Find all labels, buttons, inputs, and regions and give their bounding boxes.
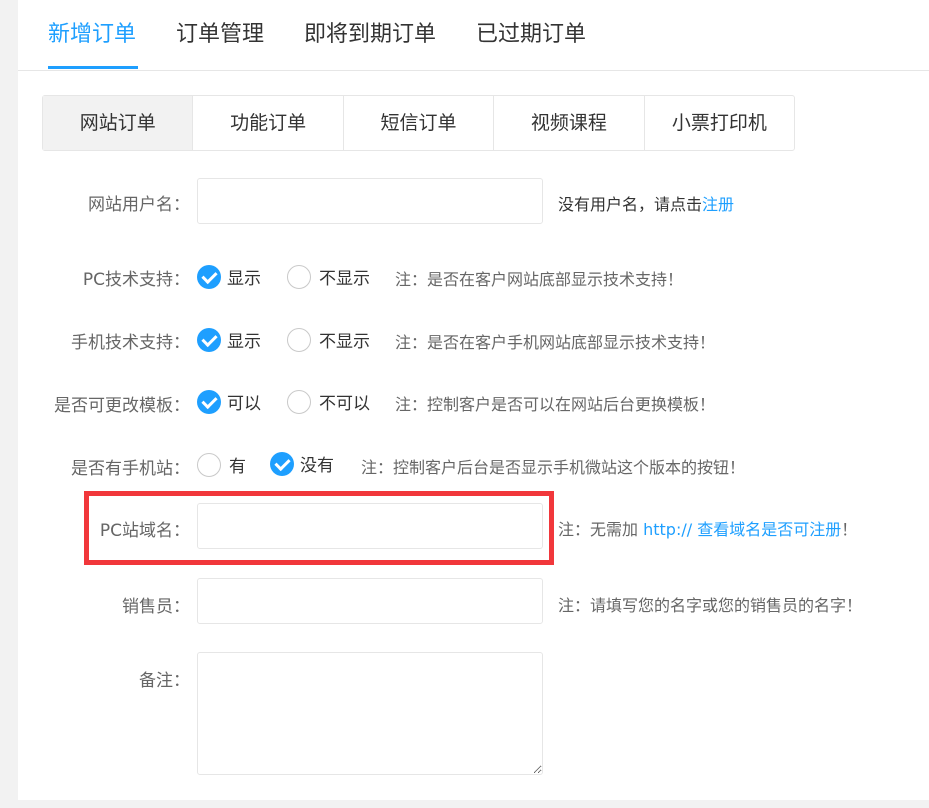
pc-domain-note: 注：无需加 http:// 查看域名是否可注册！ bbox=[558, 516, 857, 540]
unchecked-radio-icon bbox=[287, 327, 311, 352]
username-note: 没有用户名，请点击注册 bbox=[558, 191, 734, 215]
checked-radio-icon bbox=[197, 389, 221, 414]
salesperson-label: 销售员： bbox=[122, 597, 190, 617]
option-label: 不显示 bbox=[319, 332, 370, 352]
subtab-sms-order[interactable]: 短信订单 bbox=[344, 96, 495, 150]
option-label: 显示 bbox=[227, 269, 261, 289]
remark-label: 备注： bbox=[139, 671, 190, 691]
highlight-box bbox=[84, 491, 554, 565]
active-tab-indicator bbox=[48, 66, 138, 69]
template-change-note: 注：控制客户是否可以在网站后台更换模板！ bbox=[395, 395, 716, 414]
username-input[interactable] bbox=[197, 178, 543, 224]
unchecked-radio-icon bbox=[287, 264, 311, 289]
pc-domain-note-prefix: 注：无需加 bbox=[558, 520, 644, 539]
checked-radio-icon bbox=[270, 451, 294, 476]
remark-textarea[interactable] bbox=[197, 652, 543, 775]
username-note-text: 没有用户名，请点击 bbox=[558, 195, 703, 214]
subtab-website-order[interactable]: 网站订单 bbox=[43, 96, 194, 150]
unchecked-radio-icon bbox=[287, 389, 311, 414]
username-label: 网站用户名： bbox=[88, 195, 190, 215]
mobile-support-note: 注：是否在客户手机网站底部显示技术支持！ bbox=[395, 333, 716, 352]
checked-radio-icon bbox=[197, 264, 221, 289]
mobile-site-yes-option[interactable]: 有 bbox=[197, 452, 246, 477]
option-label: 没有 bbox=[300, 456, 334, 476]
check-domain-link[interactable]: http:// 查看域名是否可注册 bbox=[643, 520, 841, 539]
checked-radio-icon bbox=[197, 327, 221, 352]
top-tab-bar: 新增订单 订单管理 即将到期订单 已过期订单 bbox=[18, 0, 929, 71]
subtab-video-course[interactable]: 视频课程 bbox=[494, 96, 645, 150]
mobile-support-show-option[interactable]: 显示 bbox=[197, 327, 261, 352]
option-label: 可以 bbox=[227, 394, 261, 414]
option-label: 不可以 bbox=[319, 394, 370, 414]
option-label: 显示 bbox=[227, 332, 261, 352]
mobile-support-hide-option[interactable]: 不显示 bbox=[287, 327, 370, 352]
tab-expired-orders[interactable]: 已过期订单 bbox=[476, 16, 586, 54]
pc-support-show-option[interactable]: 显示 bbox=[197, 264, 261, 289]
mobile-site-label: 是否有手机站： bbox=[71, 459, 190, 479]
template-change-allow-option[interactable]: 可以 bbox=[197, 389, 261, 414]
register-link[interactable]: 注册 bbox=[702, 195, 734, 214]
subtab-receipt-printer[interactable]: 小票打印机 bbox=[645, 96, 794, 150]
pc-domain-note-suffix: ！ bbox=[841, 520, 858, 539]
pc-support-hide-option[interactable]: 不显示 bbox=[287, 264, 370, 289]
tab-order-management[interactable]: 订单管理 bbox=[176, 16, 264, 54]
mobile-support-label: 手机技术支持： bbox=[71, 333, 190, 353]
unchecked-radio-icon bbox=[197, 452, 221, 477]
order-type-tabs: 网站订单 功能订单 短信订单 视频课程 小票打印机 bbox=[42, 95, 795, 151]
mobile-site-no-option[interactable]: 没有 bbox=[270, 451, 334, 476]
salesperson-note: 注：请填写您的名字或您的销售员的名字！ bbox=[558, 596, 863, 615]
pc-support-label: PC技术支持： bbox=[82, 270, 190, 290]
tab-expiring-orders[interactable]: 即将到期订单 bbox=[304, 16, 436, 54]
mobile-site-note: 注：控制客户后台是否显示手机微站这个版本的按钮！ bbox=[361, 458, 746, 477]
tab-new-order[interactable]: 新增订单 bbox=[48, 16, 136, 54]
template-change-deny-option[interactable]: 不可以 bbox=[287, 389, 370, 414]
subtab-feature-order[interactable]: 功能订单 bbox=[193, 96, 344, 150]
template-change-label: 是否可更改模板： bbox=[54, 396, 190, 416]
option-label: 不显示 bbox=[319, 269, 370, 289]
option-label: 有 bbox=[229, 457, 246, 477]
salesperson-input[interactable] bbox=[197, 578, 543, 624]
pc-support-note: 注：是否在客户网站底部显示技术支持！ bbox=[395, 270, 684, 289]
main-panel: 新增订单 订单管理 即将到期订单 已过期订单 网站订单 功能订单 短信订单 视频… bbox=[18, 0, 929, 800]
